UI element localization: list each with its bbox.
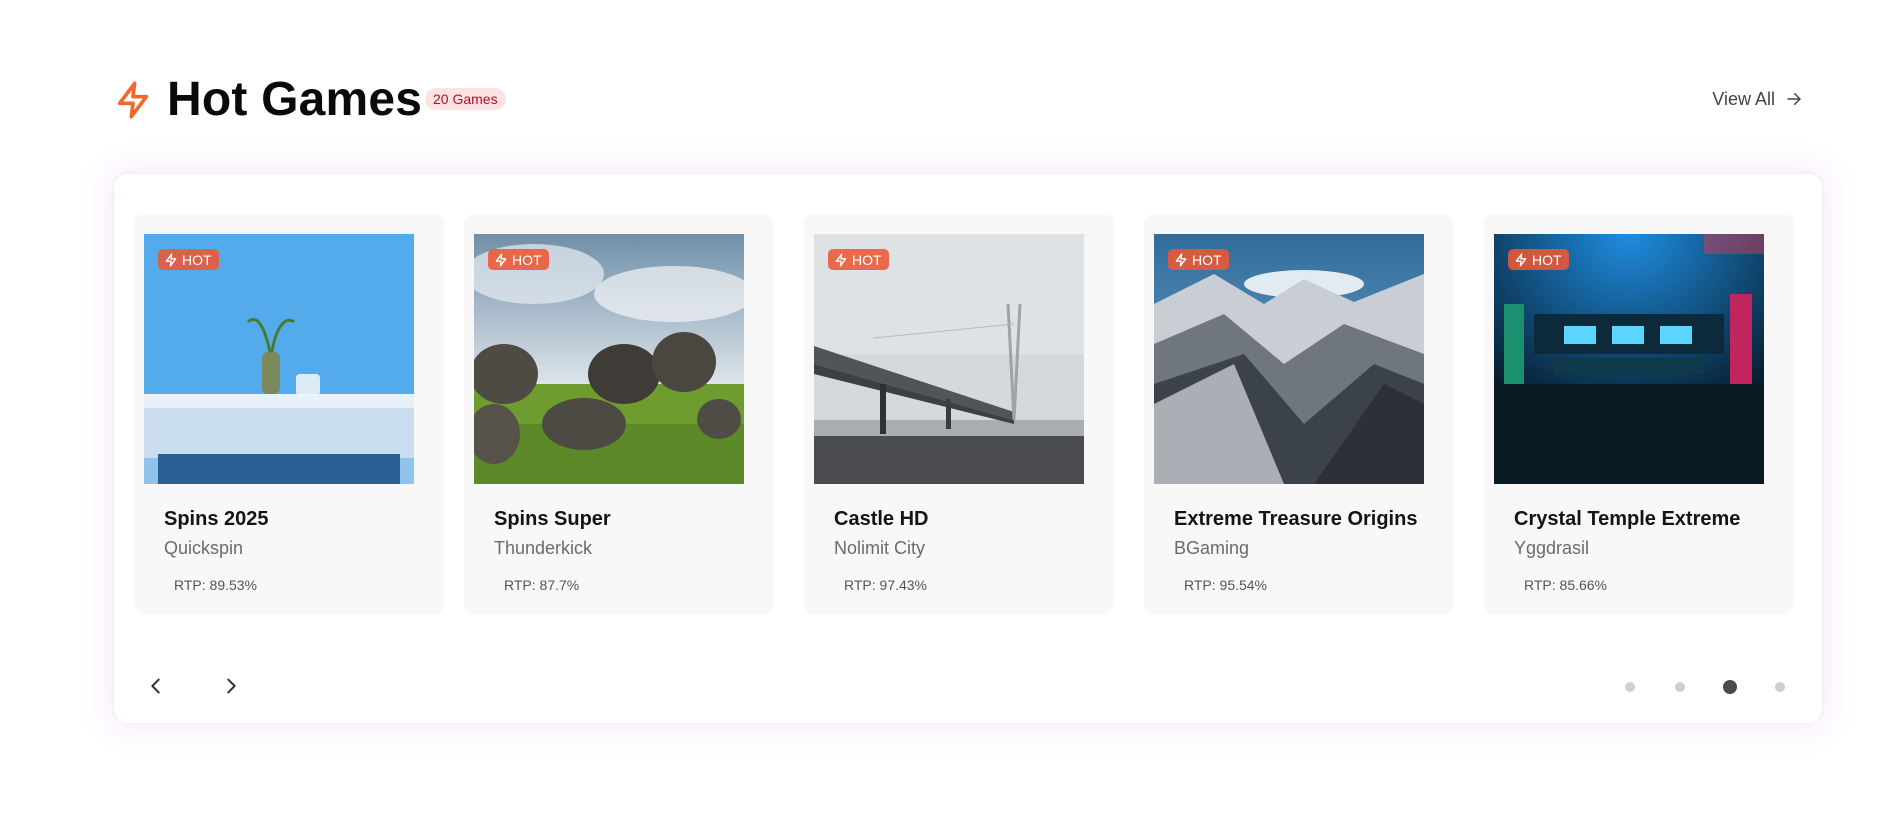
game-title: Castle HD xyxy=(834,508,929,530)
game-rtp: RTP: 85.66% xyxy=(1524,577,1608,593)
game-rtp: RTP: 89.53% xyxy=(174,577,258,593)
game-title: Extreme Treasure Origins xyxy=(1174,508,1418,530)
game-rtp: RTP: 87.7% xyxy=(504,577,580,593)
hot-badge: HOT xyxy=(488,249,549,270)
lightning-bolt-icon xyxy=(835,252,847,267)
game-thumbnail: HOT xyxy=(1154,234,1424,484)
hot-badge-label: HOT xyxy=(852,251,882,268)
carousel-dot[interactable] xyxy=(1625,682,1635,692)
games-carousel: HOT Spins 2025 Quickspin RTP: 89.53% HOT… xyxy=(113,173,1823,724)
game-card[interactable]: HOT Castle HD Nolimit City RTP: 97.43% xyxy=(804,214,1114,614)
game-provider: Quickspin xyxy=(164,538,244,558)
chevron-left-icon xyxy=(151,678,160,694)
section-header: Hot Games 20 Games View All xyxy=(113,70,1803,130)
game-card[interactable]: HOT Crystal Temple Extreme Yggdrasil RTP… xyxy=(1484,214,1794,614)
game-provider: Nolimit City xyxy=(834,538,926,558)
game-title: Spins Super xyxy=(494,508,611,530)
game-rtp: RTP: 95.54% xyxy=(1184,577,1268,593)
lightning-bolt-icon xyxy=(1515,252,1527,267)
game-title: Spins 2025 xyxy=(164,508,269,530)
lightning-bolt-icon xyxy=(165,252,177,267)
hot-badge-label: HOT xyxy=(512,251,542,268)
game-provider: Yggdrasil xyxy=(1514,538,1590,558)
hot-badge: HOT xyxy=(1168,249,1229,270)
game-thumbnail: HOT xyxy=(474,234,744,484)
view-all-link[interactable]: View All xyxy=(1712,86,1803,112)
games-count-badge: 20 Games xyxy=(425,88,506,110)
previous-button[interactable] xyxy=(136,666,176,706)
hot-badge: HOT xyxy=(1508,249,1569,270)
view-all-label: View All xyxy=(1712,88,1775,109)
carousel-dot-active[interactable] xyxy=(1723,680,1737,694)
game-provider: BGaming xyxy=(1174,538,1250,558)
next-button[interactable] xyxy=(211,666,251,706)
game-card[interactable]: HOT Spins Super Thunderkick RTP: 87.7% xyxy=(464,214,774,614)
game-thumbnail: HOT xyxy=(1494,234,1764,484)
game-card[interactable]: HOT Extreme Treasure Origins BGaming RTP… xyxy=(1144,214,1454,614)
lightning-bolt-icon xyxy=(1175,252,1187,267)
hot-badge: HOT xyxy=(158,249,219,270)
hot-badge: HOT xyxy=(828,249,889,270)
arrow-right-icon xyxy=(1787,93,1801,105)
hot-badge-label: HOT xyxy=(1192,251,1222,268)
carousel-dot[interactable] xyxy=(1775,682,1785,692)
chevron-right-icon xyxy=(227,678,236,694)
game-thumbnail: HOT xyxy=(814,234,1084,484)
hot-badge-label: HOT xyxy=(182,251,212,268)
carousel-dot[interactable] xyxy=(1675,682,1685,692)
lightning-bolt-icon xyxy=(117,81,149,119)
game-title: Crystal Temple Extreme xyxy=(1514,508,1741,530)
game-thumbnail: HOT xyxy=(144,234,414,484)
game-card[interactable]: HOT Spins 2025 Quickspin RTP: 89.53% xyxy=(134,214,444,614)
section-title: Hot Games xyxy=(167,73,423,126)
hot-badge-label: HOT xyxy=(1532,251,1562,268)
game-provider: Thunderkick xyxy=(494,538,593,558)
lightning-bolt-icon xyxy=(495,252,507,267)
game-rtp: RTP: 97.43% xyxy=(844,577,928,593)
